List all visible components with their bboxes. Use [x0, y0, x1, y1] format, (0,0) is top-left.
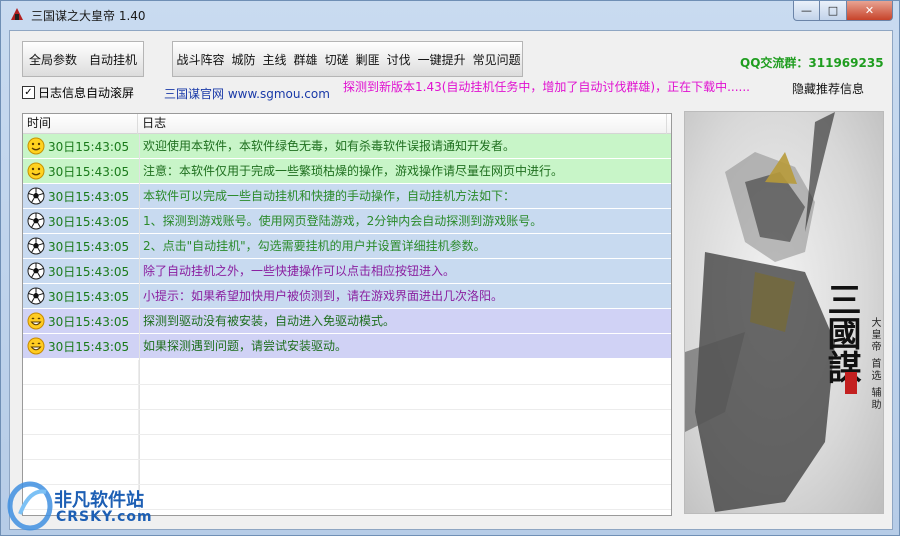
battle-formation-button[interactable]: 战斗阵容: [173, 42, 228, 76]
qq-group-label: QQ交流群：311969235: [740, 56, 884, 70]
title-bar[interactable]: 三国谋之大皇帝 1.40 — □ ✕: [1, 1, 899, 29]
log-time-cell: 30日15:43:05: [23, 184, 139, 208]
log-time-cell: 30日15:43:05: [23, 309, 139, 333]
app-logo-icon: [11, 8, 23, 20]
window-title: 三国谋之大皇帝 1.40: [31, 9, 146, 23]
log-time-cell: 30日15:43:05: [23, 259, 139, 283]
smile-face-icon: [27, 137, 45, 155]
log-text: 探测到驱动没有被安装，自动进入免驱动模式。: [143, 314, 396, 328]
empty-row: [23, 410, 671, 435]
window-controls: — □ ✕: [793, 1, 893, 21]
log-text: 除了自动挂机之外，一些快捷操作可以点击相应按钮进入。: [143, 264, 456, 278]
faq-button[interactable]: 常见问题: [469, 42, 524, 76]
main-panel: 全局参数 自动挂机 战斗阵容 城防 主线 群雄 切磋 剿匪 讨伐 一键提升 常见…: [9, 30, 893, 530]
auto-scroll-label: 日志信息自动滚屏: [38, 86, 135, 100]
one-click-upgrade-button[interactable]: 一键提升: [414, 42, 469, 76]
bandit-suppression-button[interactable]: 剿匪: [352, 42, 383, 76]
toolbar-left: 全局参数 自动挂机: [22, 41, 144, 77]
log-list[interactable]: 时间 日志 30日15:43:05 欢迎使用本软件，本软件绿色无毒，如有杀毒软件…: [22, 113, 672, 516]
log-time-cell: 30日15:43:05: [23, 209, 139, 233]
column-header-time[interactable]: 时间: [23, 114, 139, 134]
log-time: 30日15:43:05: [48, 139, 130, 154]
crusade-button[interactable]: 讨伐: [383, 42, 414, 76]
smile-face-icon: [27, 162, 45, 180]
auto-scroll-checkbox[interactable]: ✓: [22, 86, 35, 99]
auto-hangup-button[interactable]: 自动挂机: [83, 42, 143, 76]
banner-title: 三國謀: [821, 282, 861, 384]
log-time-cell: 30日15:43:05: [23, 234, 139, 258]
global-settings-button[interactable]: 全局参数: [23, 42, 83, 76]
toolbar-right: 战斗阵容 城防 主线 群雄 切磋 剿匪 讨伐 一键提升 常见问题: [172, 41, 523, 77]
red-seal-stamp: [845, 372, 857, 394]
log-row[interactable]: 30日15:43:05 小提示：如果希望加快用户被侦测到，请在游戏界面进出几次洛…: [23, 284, 671, 309]
log-time: 30日15:43:05: [48, 239, 130, 254]
soccer-ball-icon: [27, 262, 45, 280]
log-time: 30日15:43:05: [48, 189, 130, 204]
log-time: 30日15:43:05: [48, 164, 130, 179]
log-time-cell: 30日15:43:05: [23, 334, 139, 358]
soccer-ball-icon: [27, 187, 45, 205]
app-window: 三国谋之大皇帝 1.40 — □ ✕ 全局参数 自动挂机 战斗阵容 城防 主线 …: [0, 0, 900, 536]
promo-banner[interactable]: 三國謀 大皇帝 首选 辅助: [684, 111, 884, 514]
log-time-cell: 30日15:43:05: [23, 134, 139, 158]
empty-row: [23, 435, 671, 460]
log-time: 30日15:43:05: [48, 314, 130, 329]
grin-face-icon: [27, 337, 45, 355]
log-time-cell: 30日15:43:05: [23, 159, 139, 183]
log-text: 本软件可以完成一些自动挂机和快捷的手动操作，自动挂机方法如下：: [143, 189, 516, 203]
official-site-link[interactable]: 三国谋官网 www.sgmou.com: [164, 85, 330, 102]
maximize-button[interactable]: □: [820, 1, 847, 21]
log-row[interactable]: 30日15:43:05 本软件可以完成一些自动挂机和快捷的手动操作，自动挂机方法…: [23, 184, 671, 209]
log-time: 30日15:43:05: [48, 264, 130, 279]
log-text: 2、点击"自动挂机"，勾选需要挂机的用户并设置详细挂机参数。: [143, 239, 486, 253]
city-defense-button[interactable]: 城防: [228, 42, 259, 76]
log-time-cell: 30日15:43:05: [23, 284, 139, 308]
log-rows: 30日15:43:05 欢迎使用本软件，本软件绿色无毒，如有杀毒软件误报请通知开…: [23, 134, 671, 359]
log-row[interactable]: 30日15:43:05 如果探测遇到问题，请尝试安装驱动。: [23, 334, 671, 359]
heroes-button[interactable]: 群雄: [290, 42, 321, 76]
log-text: 欢迎使用本软件，本软件绿色无毒，如有杀毒软件误报请通知开发者。: [143, 139, 516, 153]
soccer-ball-icon: [27, 287, 45, 305]
spar-button[interactable]: 切磋: [321, 42, 352, 76]
empty-row: [23, 360, 671, 385]
log-row[interactable]: 30日15:43:05 1、探测到游戏账号。使用网页登陆游戏，2分钟内会自动探测…: [23, 209, 671, 234]
watermark-text-en: CRSKY.com: [56, 509, 153, 525]
log-row[interactable]: 30日15:43:05 欢迎使用本软件，本软件绿色无毒，如有杀毒软件误报请通知开…: [23, 134, 671, 159]
column-header-filler: [667, 114, 671, 134]
banner-subtitle: 大皇帝 首选 辅助: [869, 317, 880, 412]
close-button[interactable]: ✕: [847, 1, 893, 21]
log-time: 30日15:43:05: [48, 339, 130, 354]
main-quest-button[interactable]: 主线: [259, 42, 290, 76]
hide-recommend-button[interactable]: 隐藏推荐信息: [792, 80, 864, 97]
log-text: 1、探测到游戏账号。使用网页登陆游戏，2分钟内会自动探测到游戏账号。: [143, 214, 543, 228]
log-time: 30日15:43:05: [48, 214, 130, 229]
log-row[interactable]: 30日15:43:05 注意：本软件仅用于完成一些繁琐枯燥的操作，游戏操作请尽量…: [23, 159, 671, 184]
log-row[interactable]: 30日15:43:05 探测到驱动没有被安装，自动进入免驱动模式。: [23, 309, 671, 334]
column-header-log[interactable]: 日志: [138, 114, 667, 134]
log-row[interactable]: 30日15:43:05 2、点击"自动挂机"，勾选需要挂机的用户并设置详细挂机参…: [23, 234, 671, 259]
soccer-ball-icon: [27, 237, 45, 255]
log-list-header: 时间 日志: [23, 114, 671, 134]
update-notice: 探测到新版本1.43(自动挂机任务中，增加了自动讨伐群雄)，正在下载中.....…: [343, 80, 750, 94]
grin-face-icon: [27, 312, 45, 330]
auto-scroll-option[interactable]: ✓ 日志信息自动滚屏: [22, 84, 134, 101]
log-text: 小提示：如果希望加快用户被侦测到，请在游戏界面进出几次洛阳。: [143, 289, 504, 303]
minimize-button[interactable]: —: [793, 1, 820, 21]
log-row[interactable]: 30日15:43:05 除了自动挂机之外，一些快捷操作可以点击相应按钮进入。: [23, 259, 671, 284]
soccer-ball-icon: [27, 212, 45, 230]
log-time: 30日15:43:05: [48, 289, 130, 304]
empty-row: [23, 385, 671, 410]
log-text: 注意：本软件仅用于完成一些繁琐枯燥的操作，游戏操作请尽量在网页中进行。: [143, 164, 564, 178]
log-text: 如果探测遇到问题，请尝试安装驱动。: [143, 339, 348, 353]
